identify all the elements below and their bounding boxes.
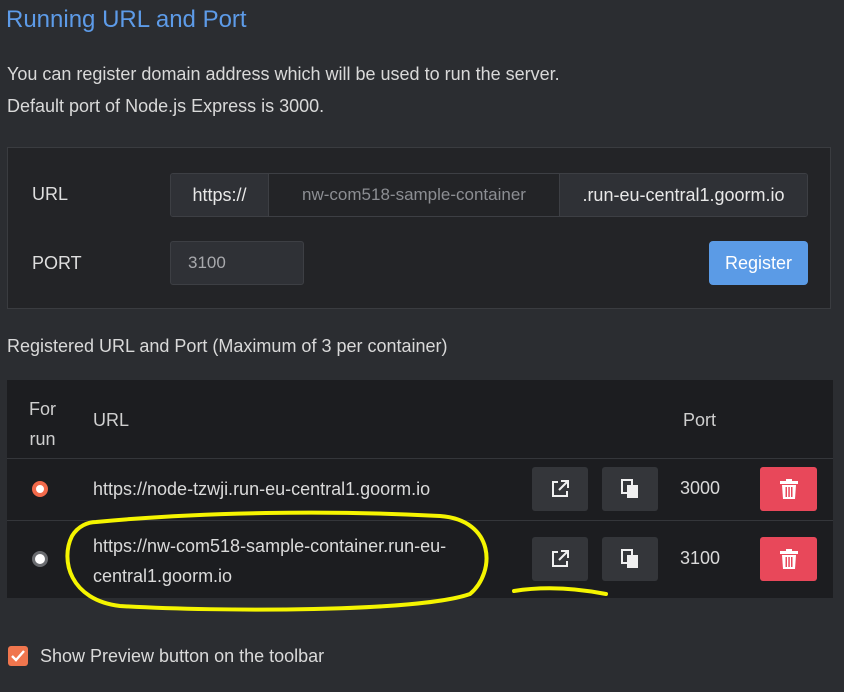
registered-url-table: For run URL Port https://node-tzwji.run-… (7, 380, 833, 598)
url-prefix: https:// (171, 174, 269, 216)
open-link-button[interactable] (532, 467, 588, 511)
column-header-for-run-line-1: For (29, 399, 56, 419)
trash-icon (779, 479, 798, 499)
row-url: https://nw-com518-sample-container.run-e… (93, 531, 446, 591)
register-button[interactable]: Register (709, 241, 808, 285)
port-label: PORT (32, 253, 82, 273)
column-header-url: URL (93, 410, 130, 430)
row-url: https://node-tzwji.run-eu-central1.goorm… (93, 479, 431, 499)
open-link-button[interactable] (532, 537, 588, 581)
row-port: 3100 (680, 548, 721, 568)
table-row: https://node-tzwji.run-eu-central1.goorm… (7, 458, 833, 521)
external-link-icon (552, 550, 569, 567)
trash-icon (779, 549, 798, 569)
run-radio-unselected[interactable] (32, 551, 48, 567)
url-port-form: URL https:// .run-eu-central1.goorm.io P… (7, 147, 831, 309)
row-port: 3000 (680, 478, 721, 498)
table-row: https://nw-com518-sample-container.run-e… (7, 520, 833, 599)
column-header-for-run: For run (29, 394, 56, 454)
url-suffix: .run-eu-central1.goorm.io (559, 174, 807, 216)
row-url-line-2: central1.goorm.io (93, 566, 233, 586)
delete-button[interactable] (760, 537, 817, 581)
check-icon (11, 650, 25, 662)
run-radio-selected[interactable] (32, 481, 48, 497)
delete-button[interactable] (760, 467, 817, 511)
copy-icon (621, 479, 638, 498)
show-preview-label: Show Preview button on the toolbar (40, 646, 325, 666)
copy-url-button[interactable] (602, 467, 658, 511)
url-input-group: https:// .run-eu-central1.goorm.io (170, 173, 808, 217)
description-line-1: You can register domain address which wi… (7, 64, 560, 84)
url-label: URL (32, 184, 69, 204)
copy-url-button[interactable] (602, 537, 658, 581)
row-url-line-1: https://nw-com518-sample-container.run-e… (93, 536, 447, 556)
column-header-for-run-line-2: run (29, 429, 56, 449)
column-header-port: Port (683, 410, 717, 430)
url-input[interactable] (269, 174, 559, 216)
external-link-icon (552, 480, 569, 497)
page-title: Running URL and Port (6, 6, 247, 33)
port-input[interactable] (170, 241, 304, 285)
show-preview-checkbox[interactable] (8, 646, 28, 666)
registered-section-label: Registered URL and Port (Maximum of 3 pe… (7, 336, 448, 356)
description-line-2: Default port of Node.js Express is 3000. (7, 96, 325, 116)
copy-icon (621, 549, 638, 568)
